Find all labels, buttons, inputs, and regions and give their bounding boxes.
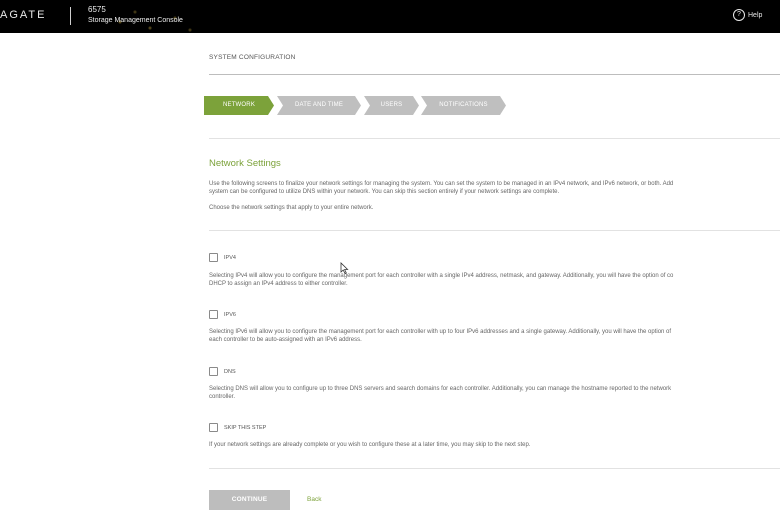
dns-checkbox[interactable]: [209, 367, 218, 376]
ipv6-label: IPV6: [224, 311, 236, 318]
dns-description-line1: Selecting DNS will allow you to configur…: [209, 386, 672, 392]
option-skip-this-step[interactable]: SKIP THIS STEP: [209, 423, 266, 432]
system-id: 6575: [88, 5, 106, 14]
system-name: Storage Management Console: [88, 17, 183, 24]
step-date-and-time[interactable]: DATE AND TIME: [277, 96, 361, 115]
brand-divider: [70, 7, 71, 25]
divider: [209, 468, 780, 469]
top-bar: AGATE 6575 Storage Management Console ? …: [0, 0, 780, 33]
page-title: SYSTEM CONFIGURATION: [209, 54, 296, 61]
step-network[interactable]: NETWORK: [204, 96, 274, 115]
skip-description: If your network settings are already com…: [209, 442, 531, 448]
title-divider: [209, 74, 780, 75]
step-users[interactable]: USERS: [364, 96, 419, 115]
divider: [209, 230, 780, 231]
step-notifications[interactable]: NOTIFICATIONS: [421, 96, 506, 115]
ipv4-checkbox[interactable]: [209, 253, 218, 262]
continue-button[interactable]: CONTINUE: [209, 490, 290, 510]
back-link[interactable]: Back: [307, 496, 321, 503]
network-settings-heading: Network Settings: [209, 158, 281, 169]
dns-label: DNS: [224, 368, 236, 375]
skip-label: SKIP THIS STEP: [224, 424, 267, 431]
help-icon: ?: [733, 9, 745, 21]
ipv6-description-line2: each controller to be auto-assigned with…: [209, 337, 362, 343]
divider: [209, 138, 780, 139]
option-ipv4[interactable]: IPV4: [209, 253, 236, 262]
ipv4-description-line2: DHCP to assign an IPv4 address to either…: [209, 281, 348, 287]
skip-checkbox[interactable]: [209, 423, 218, 432]
mouse-pointer-icon: [340, 262, 349, 274]
intro-text-line2: system can be configured to utilize DNS …: [209, 189, 560, 195]
brand-logo: AGATE: [0, 9, 47, 21]
ipv6-checkbox[interactable]: [209, 310, 218, 319]
choose-text: Choose the network settings that apply t…: [209, 205, 374, 211]
option-ipv6[interactable]: IPV6: [209, 310, 236, 319]
option-dns[interactable]: DNS: [209, 367, 236, 376]
dns-description-line2: controller.: [209, 394, 236, 400]
help-label: Help: [748, 11, 763, 19]
help-link[interactable]: ? Help: [733, 9, 762, 21]
ipv4-label: IPV4: [224, 254, 236, 261]
